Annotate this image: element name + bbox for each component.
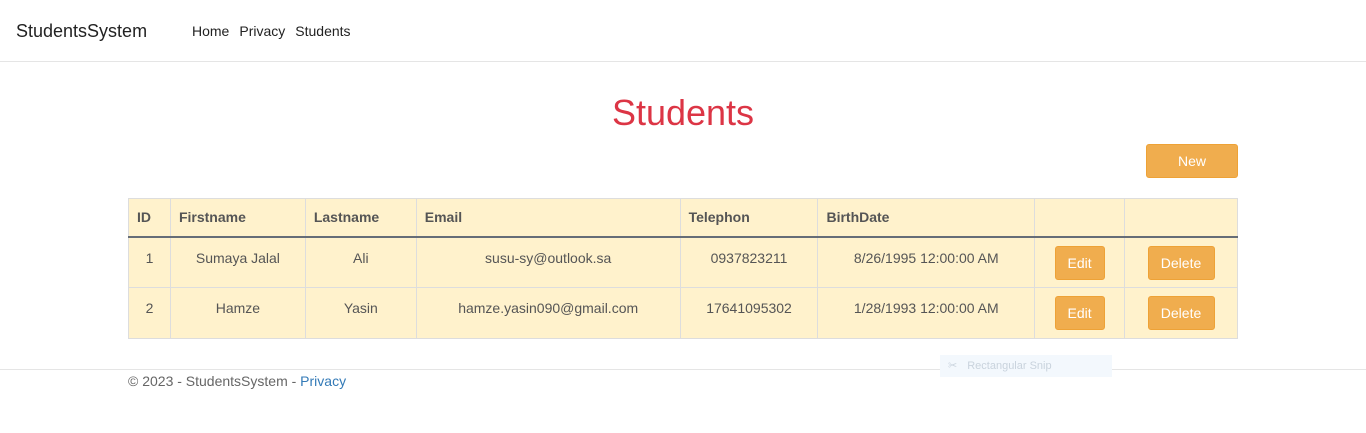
page-title: Students (611, 92, 755, 133)
header-id: ID (128, 198, 171, 238)
nav-links: Home Privacy Students (192, 23, 361, 39)
cell-birthdate: 1/28/1993 12:00:00 AM (817, 287, 1036, 339)
cell-birthdate: 8/26/1995 12:00:00 AM (817, 236, 1036, 288)
table-row: 2 Hamze Yasin hamze.yasin090@gmail.com 1… (128, 287, 1238, 339)
cell-telephon: 17641095302 (679, 287, 819, 339)
cell-email: susu-sy@outlook.sa (415, 236, 681, 288)
top-navbar: StudentsSystem Home Privacy Students (0, 0, 1366, 62)
delete-button[interactable]: Delete (1147, 245, 1215, 280)
snip-tool-overlay[interactable]: ✂ Rectangular Snip (940, 355, 1112, 377)
brand-link[interactable]: StudentsSystem (16, 21, 147, 41)
page-footer: © 2023 - StudentsSystem - Privacy (128, 373, 346, 389)
cell-lastname: Ali (304, 236, 417, 288)
delete-button[interactable]: Delete (1147, 296, 1215, 330)
header-birthdate: BirthDate (817, 198, 1036, 238)
header-firstname: Firstname (169, 198, 306, 238)
nav-link-home[interactable]: Home (192, 23, 229, 39)
edit-button[interactable]: Edit (1054, 245, 1105, 280)
students-table: ID Firstname Lastname Email Telephon Bir… (128, 198, 1238, 339)
header-telephon: Telephon (679, 198, 819, 238)
header-delete (1124, 198, 1238, 238)
edit-button[interactable]: Edit (1054, 296, 1105, 330)
cell-edit: Edit (1034, 236, 1126, 288)
nav-link-students[interactable]: Students (295, 23, 350, 39)
footer-divider (0, 369, 1366, 370)
header-lastname: Lastname (304, 198, 417, 238)
footer-privacy-link[interactable]: Privacy (300, 373, 346, 389)
cell-lastname: Yasin (304, 287, 417, 339)
footer-text: © 2023 - StudentsSystem - (128, 373, 301, 389)
cell-delete: Delete (1124, 236, 1238, 288)
snip-tool-label: Rectangular Snip (967, 360, 1052, 372)
table-header-row: ID Firstname Lastname Email Telephon Bir… (128, 198, 1238, 238)
nav-link-privacy[interactable]: Privacy (239, 23, 285, 39)
cell-edit: Edit (1034, 287, 1126, 339)
cell-firstname: Sumaya Jalal (169, 236, 306, 288)
header-edit (1034, 198, 1126, 238)
cell-delete: Delete (1124, 287, 1238, 339)
cell-email: hamze.yasin090@gmail.com (415, 287, 681, 339)
cell-firstname: Hamze (169, 287, 306, 339)
table-row: 1 Sumaya Jalal Ali susu-sy@outlook.sa 09… (128, 236, 1238, 288)
new-student-button[interactable]: New (1146, 144, 1238, 178)
cell-telephon: 0937823211 (679, 236, 819, 288)
scissors-icon: ✂ (948, 360, 958, 372)
cell-id: 2 (128, 287, 171, 339)
cell-id: 1 (128, 236, 171, 288)
header-email: Email (415, 198, 681, 238)
